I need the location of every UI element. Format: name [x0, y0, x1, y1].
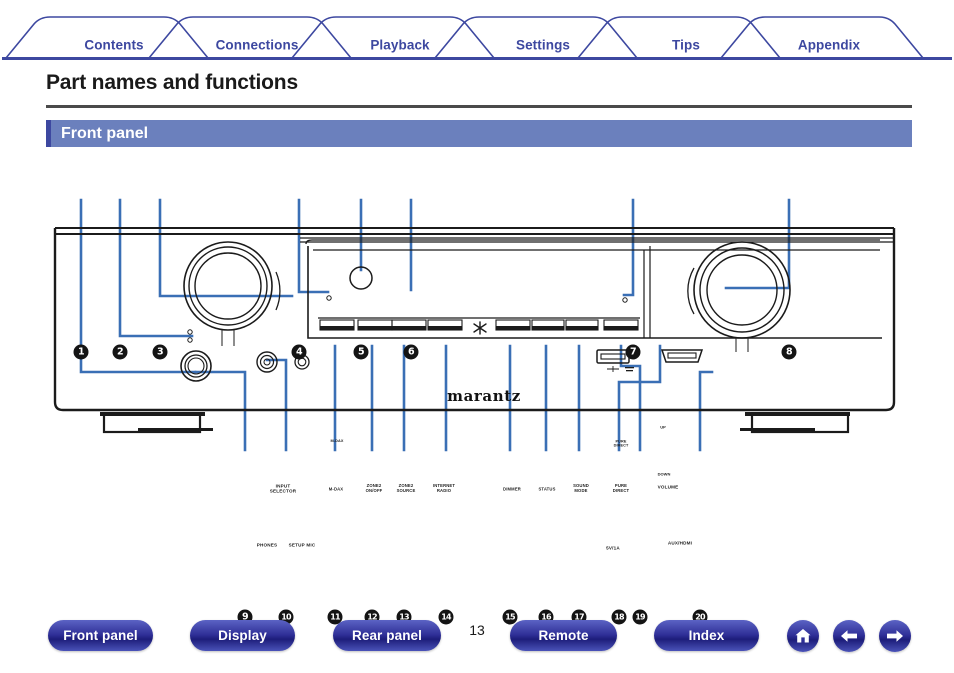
callout-2: 2 [112, 344, 128, 360]
volume-label: VOLUME [657, 484, 679, 490]
callout-7: 7 [625, 344, 641, 360]
button-label-sound-mode: SOUND MODE [573, 483, 589, 493]
arrow-left-icon[interactable] [833, 620, 865, 652]
button-label-zone2-source: ZONE2 SOURCE [396, 483, 416, 493]
volume-up-label: UP [660, 424, 666, 430]
volume-down-label: DOWN [657, 471, 671, 477]
nav-button-index[interactable]: Index [654, 620, 759, 651]
callout-4: 4 [291, 344, 307, 360]
home-icon[interactable] [787, 620, 819, 652]
phones-jack-label: PHONES [256, 542, 278, 548]
button-label-pure-direct: PURE DIRECT [612, 483, 630, 493]
button-label-m-dax: M-DAX [328, 486, 344, 492]
tab-appendix[interactable]: Appendix [798, 38, 860, 53]
usb-power-label: 5V/1A [606, 545, 620, 551]
callout-3: 3 [152, 344, 168, 360]
tab-contents[interactable]: Contents [84, 38, 143, 53]
tab-connections[interactable]: Connections [216, 38, 299, 53]
tab-playback[interactable]: Playback [370, 38, 429, 53]
title-divider [46, 105, 912, 108]
page-number: 13 [469, 622, 485, 638]
arrow-left-glyph [841, 630, 857, 642]
home-glyph [795, 629, 811, 643]
aux-hdmi-label: AUX/HDMI [667, 540, 693, 546]
setup-mic-jack-label: SETUP MIC [288, 542, 316, 548]
ir-remote-sensor-icon [473, 321, 487, 335]
button-label-zone2-onoff: ZONE2 ON/OFF [365, 483, 383, 493]
front-panel-drawing [53, 198, 896, 452]
marantz-logo: marantz [447, 387, 521, 405]
input-selector-label: INPUT SELECTOR [269, 483, 297, 494]
button-label-status: STATUS [538, 486, 556, 492]
callout-8: 8 [781, 344, 797, 360]
nav-button-rear-panel[interactable]: Rear panel [333, 620, 441, 651]
callout-6: 6 [403, 344, 419, 360]
manual-page: Contents Connections Playback Settings T… [0, 0, 954, 673]
callout-5: 5 [353, 344, 369, 360]
nav-button-remote[interactable]: Remote [510, 620, 617, 651]
nav-button-front-panel[interactable]: Front panel [48, 620, 153, 651]
front-panel-diagram: marantz INPUT SELECTOR VOLUME UP DOWN M-… [0, 160, 954, 625]
page-title: Part names and functions [46, 71, 298, 94]
button-label-internet-radio: INTERNET RADIO [432, 483, 456, 493]
section-header-bar: Front panel [46, 120, 912, 147]
section-header-label: Front panel [61, 124, 149, 142]
tab-tips[interactable]: Tips [672, 38, 700, 53]
tab-bar-shapes [2, 16, 952, 60]
tab-settings[interactable]: Settings [516, 38, 570, 53]
callout-1: 1 [73, 344, 89, 360]
arrow-right-icon[interactable] [879, 620, 911, 652]
top-tab-bar: Contents Connections Playback Settings T… [0, 12, 954, 60]
arrow-right-glyph [887, 630, 903, 642]
button-label-dimmer: DIMMER [503, 486, 521, 492]
pure-direct-led-label: PURE DIRECT [613, 439, 629, 448]
nav-button-display[interactable]: Display [190, 620, 295, 651]
mdax-led-label: M-DAX [330, 438, 344, 443]
